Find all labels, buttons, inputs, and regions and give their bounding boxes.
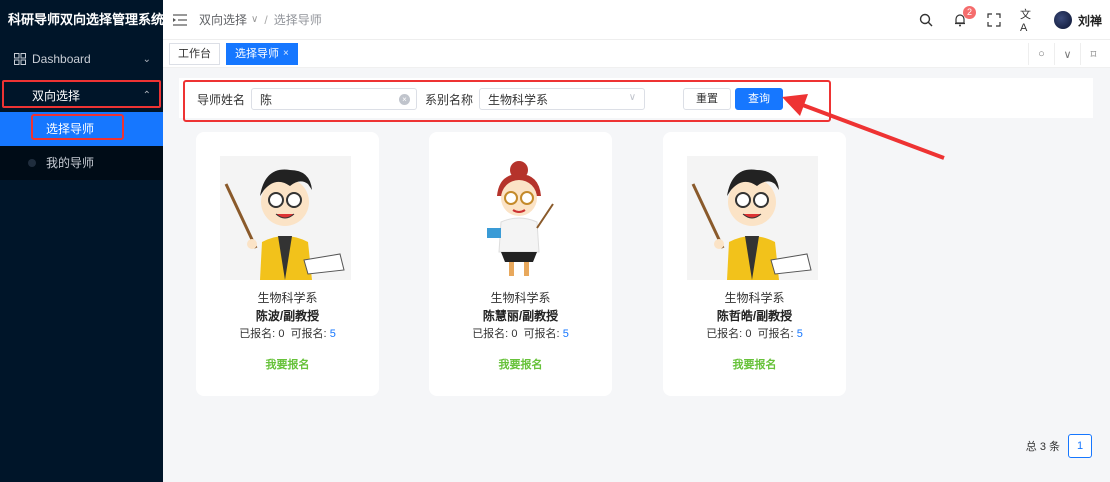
chevron-down-icon: ⌄ [142, 53, 151, 65]
fullscreen-icon[interactable] [986, 12, 1002, 28]
teacher-name: 陈慧丽/副教授 [482, 309, 559, 323]
chevron-down-icon[interactable]: ∨ [1054, 43, 1080, 65]
teacher-dept: 生物科学系 [490, 291, 551, 305]
sidebar-item-dashboard[interactable]: Dashboard ⌄ [0, 42, 163, 76]
teacher-avatar-image [687, 156, 818, 280]
tabs-bar: 工作台 选择导师 × ○ ∨ ⌑ [163, 40, 1110, 68]
maximize-icon[interactable]: ⌑ [1080, 43, 1106, 65]
enrolled-count: 0 [511, 328, 518, 340]
translate-icon[interactable]: 文A [1020, 9, 1036, 34]
search-icon[interactable] [918, 12, 934, 28]
top-header: 双向选择 ∨ / 选择导师 2 文A 刘禅 [163, 0, 1110, 40]
teacher-stats: 已报名: 0 可报名: 5 [663, 325, 846, 341]
enroll-button[interactable]: 我要报名 [663, 356, 846, 372]
close-icon[interactable]: × [283, 44, 289, 64]
teacher-card: 生物科学系 陈哲皓/副教授 已报名: 0 可报名: 5 我要报名 [663, 132, 846, 396]
available-label: 可报名: [757, 328, 794, 340]
tab-label: 选择导师 [235, 47, 279, 60]
bell-icon[interactable]: 2 [952, 6, 976, 28]
menu-dot-icon [28, 159, 36, 167]
refresh-icon[interactable]: ○ [1028, 43, 1054, 65]
menu-fold-icon[interactable] [173, 13, 187, 26]
teacher-card: 生物科学系 陈慧丽/副教授 已报名: 0 可报名: 5 我要报名 [429, 132, 612, 396]
enrolled-count: 0 [278, 328, 285, 340]
pagination: 总 3 条 1 [1026, 434, 1092, 458]
breadcrumb-current: 选择导师 [273, 13, 322, 27]
header-actions: 2 文A 刘禅 [918, 0, 1102, 40]
available-count: 5 [562, 328, 569, 340]
teacher-dept: 生物科学系 [257, 291, 318, 305]
sidebar-item-my-teacher[interactable]: 我的导师 [0, 146, 163, 180]
enroll-button[interactable]: 我要报名 [429, 356, 612, 372]
username[interactable]: 刘禅 [1078, 12, 1102, 29]
notification-badge: 2 [962, 6, 976, 19]
enrolled-label: 已报名: [706, 328, 743, 340]
teacher-dept: 生物科学系 [724, 291, 785, 305]
chevron-down-icon: ∨ [251, 14, 259, 25]
annotation-box-search [183, 80, 831, 122]
available-label: 可报名: [523, 328, 560, 340]
teacher-stats: 已报名: 0 可报名: 5 [429, 325, 612, 341]
tabs-actions: ○ ∨ ⌑ [1028, 43, 1106, 65]
main-content: 导师姓名 陈 × 系别名称 生物科学系 ∨ 重置 查询 生物科学系 陈波/副教授… [163, 68, 1110, 482]
enroll-button[interactable]: 我要报名 [196, 356, 379, 372]
teacher-avatar-image [220, 156, 351, 280]
annotation-box-group [2, 80, 161, 108]
grid-icon [14, 53, 26, 65]
available-label: 可报名: [290, 328, 327, 340]
teacher-card: 生物科学系 陈波/副教授 已报名: 0 可报名: 5 我要报名 [196, 132, 379, 396]
tab-label: 工作台 [178, 47, 211, 60]
available-count: 5 [796, 328, 803, 340]
breadcrumb-separator: / [264, 12, 268, 27]
breadcrumb: 双向选择 ∨ / 选择导师 [199, 11, 322, 28]
enrolled-label: 已报名: [239, 328, 276, 340]
breadcrumb-item[interactable]: 双向选择 [199, 11, 247, 28]
avatar[interactable] [1053, 11, 1072, 29]
app-title: 科研导师双向选择管理系统 [8, 12, 165, 27]
annotation-box-submenu [31, 114, 124, 140]
tab-workbench[interactable]: 工作台 [169, 42, 220, 65]
enrolled-label: 已报名: [472, 328, 509, 340]
sidebar: 科研导师双向选择管理系统 Dashboard ⌄ 双向选择 ⌃ 选择导师 我的导… [0, 0, 165, 482]
tab-select-teacher[interactable]: 选择导师 × [226, 42, 298, 65]
pagination-total: 总 3 条 [1025, 441, 1060, 453]
teacher-name: 陈哲皓/副教授 [716, 309, 793, 323]
available-count: 5 [329, 328, 336, 340]
sidebar-item-label: 我的导师 [46, 156, 95, 170]
teacher-stats: 已报名: 0 可报名: 5 [196, 325, 379, 341]
page-button[interactable]: 1 [1068, 434, 1092, 458]
enrolled-count: 0 [745, 328, 752, 340]
teacher-name: 陈波/副教授 [255, 309, 320, 323]
sidebar-item-label: Dashboard [32, 52, 91, 66]
teacher-avatar-image [453, 156, 584, 280]
